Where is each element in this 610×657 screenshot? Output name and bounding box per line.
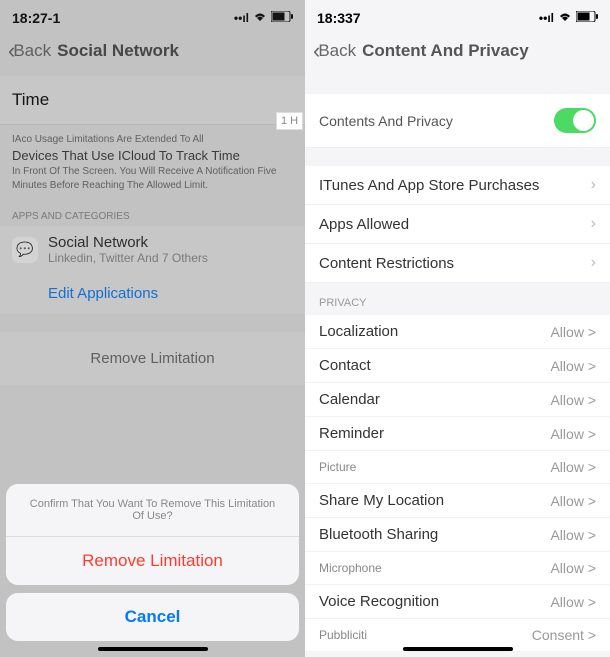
privacy-item[interactable]: Calendar Allow > bbox=[305, 383, 610, 417]
list-item-label: ITunes And App Store Purchases bbox=[319, 177, 539, 194]
nav-bar: ‹ Back Content And Privacy bbox=[305, 32, 610, 76]
privacy-item[interactable]: Voice Recognition Allow > bbox=[305, 585, 610, 619]
signal-icon: ••ıl bbox=[539, 11, 554, 25]
app-category-row[interactable]: 💬 Social Network Linkedin, Twitter And 7… bbox=[0, 226, 305, 273]
privacy-item-label: Picture bbox=[319, 460, 356, 474]
contents-privacy-toggle-row: Contents And Privacy bbox=[305, 94, 610, 148]
remove-limitation-row[interactable]: Remove Limitation bbox=[0, 332, 305, 385]
home-indicator[interactable] bbox=[98, 647, 208, 651]
cancel-button[interactable]: Cancel bbox=[6, 593, 299, 641]
wifi-icon bbox=[558, 11, 572, 25]
privacy-item-label: Reminder bbox=[319, 425, 384, 442]
status-time: 18:337 bbox=[317, 10, 361, 26]
description-text: IAco Usage Limitations Are Extended To A… bbox=[0, 125, 305, 201]
privacy-item-label: Voice Recognition bbox=[319, 593, 439, 610]
privacy-item-label: Contact bbox=[319, 357, 371, 374]
privacy-item[interactable]: Share My Location Allow > bbox=[305, 484, 610, 518]
privacy-item[interactable]: Reminder Allow > bbox=[305, 417, 610, 451]
privacy-item-value: Allow > bbox=[550, 426, 596, 442]
app-subtitle: Linkedin, Twitter And 7 Others bbox=[48, 251, 208, 265]
privacy-item-value: Allow > bbox=[550, 594, 596, 610]
social-icon: 💬 bbox=[12, 237, 38, 263]
privacy-item-value: Allow > bbox=[550, 527, 596, 543]
privacy-item-label: Microphone bbox=[319, 561, 382, 575]
status-icons: ••ıl bbox=[539, 11, 598, 25]
battery-icon bbox=[271, 11, 293, 25]
right-phone: 18:337 ••ıl ‹ Back Content And Privacy C… bbox=[305, 0, 610, 657]
list-item[interactable]: ITunes And App Store Purchases › bbox=[305, 166, 610, 205]
back-button[interactable]: ‹ Back bbox=[8, 38, 51, 64]
action-sheet: Confirm That You Want To Remove This Lim… bbox=[6, 484, 299, 649]
contents-privacy-toggle[interactable] bbox=[554, 108, 596, 133]
privacy-section-header: PRIVACY bbox=[305, 283, 610, 315]
list-item-label: Apps Allowed bbox=[319, 216, 409, 233]
edit-applications-button[interactable]: Edit Applications bbox=[0, 273, 305, 314]
page-title: Social Network bbox=[57, 41, 179, 61]
privacy-item-label: Pubbliciti bbox=[319, 628, 367, 642]
privacy-item[interactable]: Localization Allow > bbox=[305, 315, 610, 349]
app-title: Social Network bbox=[48, 234, 208, 251]
status-bar: 18:337 ••ıl bbox=[305, 0, 610, 32]
privacy-item-value: Consent > bbox=[532, 627, 596, 643]
sheet-main-group: Confirm That You Want To Remove This Lim… bbox=[6, 484, 299, 585]
page-title: Content And Privacy bbox=[362, 41, 529, 61]
privacy-item-label: Share My Location bbox=[319, 492, 444, 509]
privacy-item-value: Allow > bbox=[550, 392, 596, 408]
time-field[interactable]: Time bbox=[0, 76, 305, 125]
remove-limitation-button[interactable]: Remove Limitation bbox=[6, 537, 299, 585]
back-label: Back bbox=[318, 41, 356, 61]
apps-section-header: APPS AND CATEGORIES bbox=[0, 201, 305, 226]
list-item[interactable]: Content Restrictions › bbox=[305, 244, 610, 283]
privacy-item[interactable]: Bluetooth Sharing Allow > bbox=[305, 518, 610, 552]
privacy-item-label: Localization bbox=[319, 323, 398, 340]
privacy-item-label: Bluetooth Sharing bbox=[319, 526, 438, 543]
home-indicator[interactable] bbox=[403, 647, 513, 651]
wifi-icon bbox=[253, 11, 267, 25]
battery-icon bbox=[576, 11, 598, 25]
overlay-badge: 1 H bbox=[276, 112, 303, 130]
chevron-right-icon: › bbox=[591, 176, 596, 194]
sheet-cancel-group: Cancel bbox=[6, 593, 299, 641]
chevron-right-icon: › bbox=[591, 254, 596, 272]
chevron-right-icon: › bbox=[591, 215, 596, 233]
list-item-label: Content Restrictions bbox=[319, 255, 454, 272]
privacy-item[interactable]: Microphone Allow > bbox=[305, 552, 610, 585]
left-phone: 18:27-1 ••ıl ‹ Back Social Network Time … bbox=[0, 0, 305, 657]
status-bar: 18:27-1 ••ıl bbox=[0, 0, 305, 32]
privacy-item-value: Allow > bbox=[550, 358, 596, 374]
list-item[interactable]: Apps Allowed › bbox=[305, 205, 610, 244]
status-time: 18:27-1 bbox=[12, 10, 60, 26]
status-icons: ••ıl bbox=[234, 11, 293, 25]
privacy-item-value: Allow > bbox=[550, 324, 596, 340]
privacy-item-value: Allow > bbox=[550, 493, 596, 509]
back-label: Back bbox=[13, 41, 51, 61]
toggle-label: Contents And Privacy bbox=[319, 113, 453, 129]
signal-icon: ••ıl bbox=[234, 11, 249, 25]
privacy-item[interactable]: Contact Allow > bbox=[305, 349, 610, 383]
privacy-item-label: Calendar bbox=[319, 391, 380, 408]
privacy-item-value: Allow > bbox=[550, 459, 596, 475]
sheet-message: Confirm That You Want To Remove This Lim… bbox=[6, 484, 299, 537]
back-button[interactable]: ‹ Back bbox=[313, 38, 356, 64]
privacy-item[interactable]: Picture Allow > bbox=[305, 451, 610, 484]
nav-bar: ‹ Back Social Network bbox=[0, 32, 305, 76]
privacy-item-value: Allow > bbox=[550, 560, 596, 576]
